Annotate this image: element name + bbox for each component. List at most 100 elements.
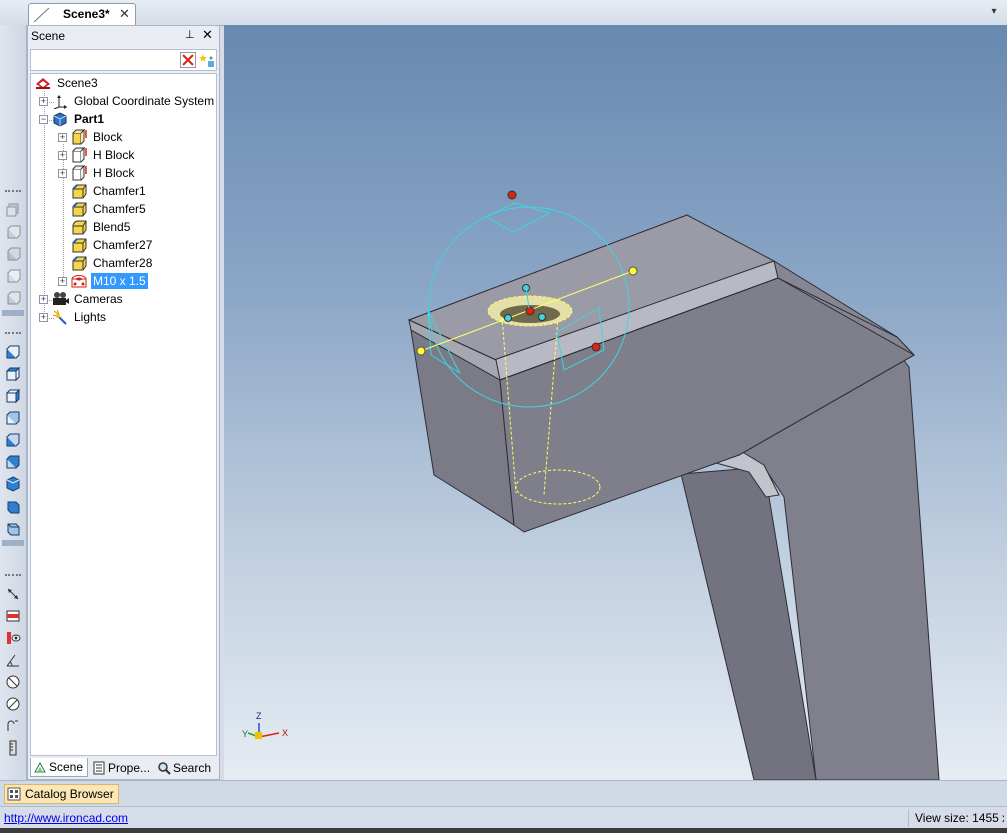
website-link[interactable]: http://www.ironcad.com <box>4 811 128 825</box>
tree-node-blend5[interactable]: Blend5 <box>70 218 132 236</box>
tree-node-scene[interactable]: Scene3 <box>34 74 100 92</box>
circle-tool-icon <box>6 675 20 689</box>
visibility-button[interactable] <box>3 628 23 648</box>
text-tool-button[interactable] <box>3 716 23 736</box>
filter-options-icon[interactable] <box>199 52 215 68</box>
tab-slash-icon <box>33 7 50 23</box>
catalog-browser-label: Catalog Browser <box>25 787 114 801</box>
search-icon <box>158 761 171 775</box>
tab-label: Scene <box>49 760 84 774</box>
angle-button[interactable] <box>3 650 23 670</box>
expand-toggle[interactable]: + <box>58 150 67 160</box>
top-view-button[interactable] <box>3 364 23 384</box>
expand-toggle[interactable]: + <box>58 132 67 142</box>
tree-filter-input[interactable] <box>30 49 217 71</box>
section-button[interactable] <box>3 606 23 626</box>
angle-icon <box>6 654 19 667</box>
tree-node-lights[interactable]: + Lights <box>39 308 108 326</box>
tree-node-label: Blend5 <box>93 220 131 234</box>
collapse-toggle[interactable]: − <box>39 114 48 124</box>
triball-handle-point[interactable] <box>591 342 601 352</box>
tab-properties[interactable]: Prope... <box>90 758 154 777</box>
tree-node-label: Part1 <box>74 112 105 126</box>
triball-handle-point[interactable] <box>628 266 638 276</box>
left-view-button[interactable] <box>3 452 23 472</box>
triball-handle-point[interactable] <box>538 313 546 321</box>
scene-canvas[interactable]: Z Y X <box>224 25 1007 780</box>
slash-circle-button[interactable] <box>3 694 23 714</box>
toolbar-grip[interactable] <box>5 332 21 340</box>
tab-search[interactable]: Search <box>155 758 217 777</box>
chamfer-icon <box>72 202 87 217</box>
tree-node-chamfer5[interactable]: Chamfer5 <box>70 200 148 218</box>
toolbar-grip[interactable] <box>5 190 21 198</box>
tab-scroll-down-icon[interactable]: ▾ <box>987 4 1001 20</box>
view-cube-button[interactable] <box>3 222 23 242</box>
toolbar-grip[interactable] <box>5 574 21 582</box>
cube-top-icon <box>5 366 21 382</box>
measure-icon <box>7 588 19 600</box>
trimetric-view-button[interactable] <box>3 518 23 538</box>
toolbar-group-view <box>2 188 24 318</box>
expand-toggle[interactable]: + <box>39 312 48 322</box>
toolbar-group-tools <box>2 572 24 760</box>
view-stack-button[interactable] <box>3 200 23 220</box>
tree-node-part1[interactable]: − Part1 <box>39 110 106 128</box>
text-tool-icon <box>7 720 18 731</box>
tree-node-chamfer27[interactable]: Chamfer27 <box>70 236 154 254</box>
cube-iso-icon <box>6 476 20 492</box>
catalog-browser-button[interactable]: Catalog Browser <box>4 784 119 804</box>
dimetric-view-button[interactable] <box>3 496 23 516</box>
document-tab-close-button[interactable]: ✕ <box>119 6 130 22</box>
tab-scene[interactable]: Scene <box>30 758 88 777</box>
expand-toggle[interactable]: + <box>39 96 48 106</box>
document-tab[interactable]: Scene3* ✕ <box>28 3 136 25</box>
view-wire-button[interactable] <box>3 266 23 286</box>
triball-handle-point[interactable] <box>504 314 512 322</box>
tree-node-label: Lights <box>74 310 107 324</box>
hole-icon <box>71 275 87 288</box>
tree-node-m10-hole[interactable]: + M10 x 1.5 <box>58 272 148 290</box>
scene-panel-close-button[interactable]: ✕ <box>202 27 213 43</box>
triad-y-label: Y <box>242 729 248 739</box>
3d-viewport[interactable]: Z Y X <box>224 25 1007 780</box>
tree-node-chamfer1[interactable]: Chamfer1 <box>70 182 148 200</box>
tree-node-h-block[interactable]: + H Block <box>58 146 136 164</box>
cube-left-icon <box>6 455 20 469</box>
expand-toggle[interactable]: + <box>39 294 48 304</box>
measure-button[interactable] <box>3 584 23 604</box>
triad-z-label: Z <box>256 711 262 721</box>
tree-node-h-block-2[interactable]: + H Block <box>58 164 136 182</box>
camera-icon <box>53 292 69 305</box>
view-hidden-button[interactable] <box>3 288 23 308</box>
blend-icon <box>72 220 87 235</box>
toolbar-group-views <box>2 330 24 548</box>
circle-button[interactable] <box>3 672 23 692</box>
clear-filter-icon[interactable] <box>180 52 196 68</box>
right-view-button[interactable] <box>3 386 23 406</box>
block-icon <box>72 147 87 163</box>
coordinate-triad: Z Y X <box>242 711 288 739</box>
pin-icon[interactable]: ⊥ <box>185 28 195 41</box>
triball-handle-point[interactable] <box>416 346 426 356</box>
back-view-button[interactable] <box>3 408 23 428</box>
tree-node-cameras[interactable]: + Cameras <box>39 290 125 308</box>
triad-x-label: X <box>282 728 288 738</box>
tree-node-chamfer28[interactable]: Chamfer28 <box>70 254 154 272</box>
triball-center[interactable] <box>525 306 535 316</box>
expand-toggle[interactable]: + <box>58 276 67 286</box>
iso-view-button[interactable] <box>3 474 23 494</box>
ruler-button[interactable] <box>3 738 23 758</box>
triball-handle-point[interactable] <box>507 190 517 200</box>
view-shaded-button[interactable] <box>3 244 23 264</box>
tree-node-block[interactable]: + Block <box>58 128 124 146</box>
scene-panel-title: Scene <box>31 29 66 43</box>
tree-node-global-coordinate-system[interactable]: + Global Coordinate System <box>39 92 216 110</box>
expand-toggle[interactable]: + <box>58 168 67 178</box>
front-view-button[interactable] <box>3 342 23 362</box>
properties-tab-icon <box>93 761 105 774</box>
bottom-view-button[interactable] <box>3 430 23 450</box>
tree-node-label: Cameras <box>74 292 123 306</box>
block-icon <box>72 129 87 145</box>
scene-icon <box>36 78 50 89</box>
